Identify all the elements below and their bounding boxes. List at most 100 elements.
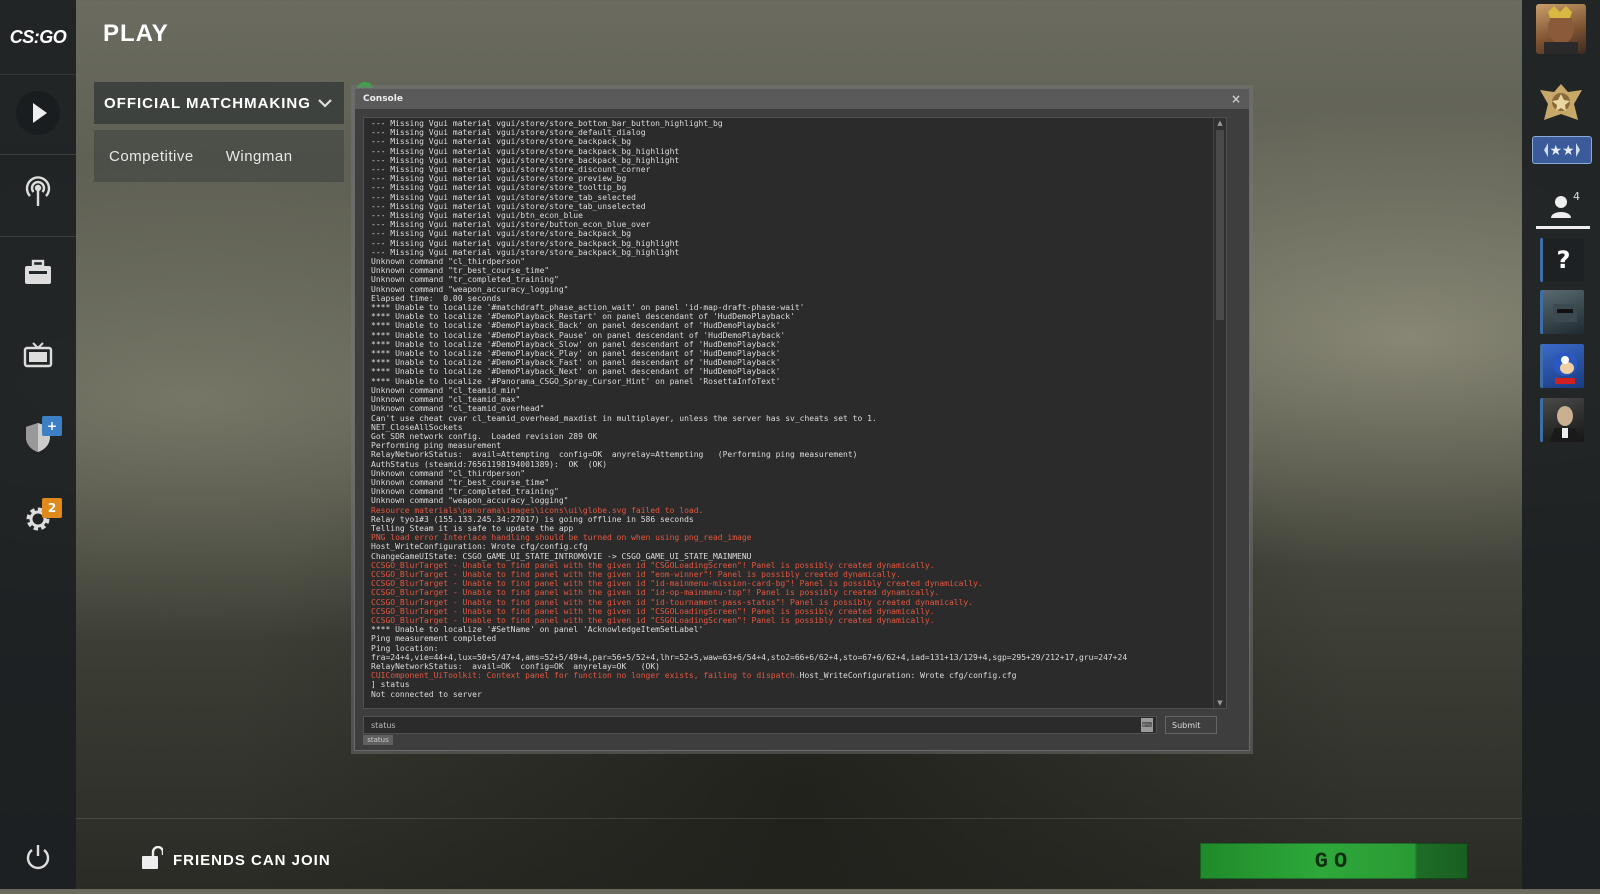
console-log[interactable]: --- Missing Vgui material vgui/store/sto…	[363, 117, 1227, 709]
console-log-line: **** Unable to localize '#DemoPlayback_P…	[371, 349, 781, 359]
friends-can-join-label: FRIENDS CAN JOIN	[173, 851, 331, 869]
console-log-line: --- Missing Vgui material vgui/store/sto…	[371, 247, 680, 257]
console-titlebar[interactable]: Console ×	[355, 89, 1249, 109]
power-button[interactable]	[0, 824, 76, 894]
console-log-lines: --- Missing Vgui material vgui/store/sto…	[364, 118, 1226, 699]
nav-watch-button[interactable]	[0, 158, 76, 228]
console-log-line: AuthStatus (steamid:76561198194001389): …	[371, 459, 608, 469]
console-log-line: **** Unable to localize '#DemoPlayback_P…	[371, 330, 786, 340]
console-log-line: CCSGO_BlurTarget - Unable to find panel …	[371, 569, 901, 579]
console-log-line: Unknown command "cl_teamid_max"	[371, 395, 521, 405]
power-icon	[24, 843, 52, 875]
console-log-line: **** Unable to localize '#DemoPlayback_F…	[371, 358, 781, 368]
friend-avatar[interactable]	[1540, 344, 1584, 388]
console-log-line: Unknown command "cl_teamid_overhead"	[371, 404, 545, 414]
console-log-line: --- Missing Vgui material vgui/store/sto…	[371, 238, 680, 248]
left-nav: CS:GO + 2	[0, 0, 76, 889]
mode-selected-label: OFFICIAL MATCHMAKING	[104, 94, 311, 112]
tv-icon	[23, 341, 53, 373]
friend-avatar[interactable]	[1540, 290, 1584, 334]
console-command-input[interactable]: status	[363, 716, 1157, 734]
console-log-line: --- Missing Vgui material vgui/store/sto…	[371, 128, 646, 138]
console-log-line: PNG load error Interlace handling should…	[371, 533, 752, 543]
console-log-line: CCSGO_BlurTarget - Unable to find panel …	[371, 560, 935, 570]
console-log-line: --- Missing Vgui material vgui/btn_econ_…	[371, 211, 583, 221]
console-log-line: Unknown command "tr_best_course_time"	[371, 477, 550, 487]
console-log-line: Unknown command "weapon_accuracy_logging…	[371, 496, 569, 506]
console-log-line: Got SDR network config. Loaded revision …	[371, 431, 598, 441]
mode-tabs: Competitive Wingman	[94, 130, 344, 182]
nav-play-button[interactable]	[0, 80, 76, 150]
console-log-line: --- Missing Vgui material vgui/store/sto…	[371, 201, 646, 211]
console-scrollbar[interactable]: ▲ ▼	[1213, 118, 1226, 708]
nav-inventory-button[interactable]	[0, 240, 76, 310]
nav-tv-button[interactable]	[0, 322, 76, 392]
console-log-line: **** Unable to localize '#SetName' on pa…	[371, 625, 704, 635]
tab-competitive[interactable]: Competitive	[109, 148, 194, 165]
console-log-line: Ping location:	[371, 643, 439, 653]
console-log-line: --- Missing Vgui material vgui/store/sto…	[371, 155, 680, 165]
console-log-line: Not connected to server	[371, 689, 482, 699]
console-log-line: --- Missing Vgui material vgui/store/sto…	[371, 137, 632, 147]
console-log-line: RelayNetworkStatus: avail=Attempting con…	[371, 450, 858, 460]
chevron-down-icon	[318, 95, 332, 112]
console-log-line: CCSGO_BlurTarget - Unable to find panel …	[371, 588, 940, 598]
help-button[interactable]: ?	[1540, 238, 1584, 282]
console-log-line: fra=24+4,vie=44+4,lux=50+5/47+4,ams=52+5…	[371, 652, 1128, 662]
console-log-line: Ping measurement completed	[371, 634, 497, 644]
console-log-line: --- Missing Vgui material vgui/store/sto…	[371, 192, 636, 202]
console-log-line: **** Unable to localize '#DemoPlayback_N…	[371, 367, 781, 377]
rank-emblem-icon	[1538, 80, 1584, 128]
go-button[interactable]: GO	[1200, 843, 1468, 879]
nav-settings-button[interactable]: 2	[0, 486, 76, 556]
nav-shield-button[interactable]: +	[0, 404, 76, 474]
console-log-line: Performing ping measurement	[371, 441, 502, 451]
csgo-logo: CS:GO	[0, 0, 76, 75]
console-log-line: --- Missing Vgui material vgui/store/but…	[371, 220, 651, 230]
console-log-line: **** Unable to localize '#DemoPlayback_S…	[371, 339, 781, 349]
autocomplete-suggestion[interactable]: status	[363, 735, 393, 745]
keyboard-icon[interactable]: ⌨	[1141, 718, 1153, 732]
console-log-line: ] status	[371, 680, 410, 690]
player-avatar[interactable]	[1536, 4, 1586, 54]
console-log-line: Relay tyo1#3 (155.133.245.34:27017) is g…	[371, 514, 694, 524]
matchmaking-mode-dropdown[interactable]: OFFICIAL MATCHMAKING	[94, 82, 344, 124]
console-log-line: RelayNetworkStatus: avail=OK config=OK a…	[371, 661, 660, 671]
console-log-line: Resource materials\panorama\images\icons…	[371, 505, 704, 515]
friends-tab-underline	[1536, 226, 1590, 229]
friends-count: 4	[1573, 190, 1580, 203]
friends-can-join-toggle[interactable]: FRIENDS CAN JOIN	[141, 845, 331, 874]
console-log-line: CCSGO_BlurTarget - Unable to find panel …	[371, 615, 935, 625]
submit-button[interactable]: Submit	[1165, 716, 1217, 734]
console-log-line: CCSGO_BlurTarget - Unable to find panel …	[371, 579, 983, 589]
close-icon[interactable]: ×	[1231, 92, 1241, 106]
unlock-icon	[141, 845, 165, 874]
person-icon	[1549, 194, 1573, 222]
scroll-up-icon[interactable]: ▲	[1214, 118, 1226, 128]
tab-wingman[interactable]: Wingman	[226, 148, 293, 165]
console-log-line: --- Missing Vgui material vgui/store/sto…	[371, 174, 627, 184]
scroll-down-icon[interactable]: ▼	[1214, 698, 1226, 708]
friend-avatar[interactable]	[1540, 398, 1584, 442]
console-log-line: Unknown command "tr_completed_training"	[371, 487, 559, 497]
skill-group-icon: ★★	[1532, 136, 1592, 164]
console-log-line: Can't use cheat cvar cl_teamid_overhead_…	[371, 413, 877, 423]
friends-button[interactable]: 4	[1536, 188, 1586, 228]
shield-badge: +	[42, 416, 62, 436]
console-log-line: Unknown command "cl_thirdperson"	[371, 468, 526, 478]
console-log-line: NET_CloseAllSockets	[371, 422, 463, 432]
console-log-line: **** Unable to localize '#DemoPlayback_R…	[371, 312, 795, 322]
bottom-divider	[76, 818, 1522, 819]
settings-badge: 2	[42, 498, 62, 518]
console-log-line: --- Missing Vgui material vgui/store/sto…	[371, 119, 723, 128]
console-log-line: **** Unable to localize '#DemoPlayback_B…	[371, 321, 781, 331]
console-log-line: --- Missing Vgui material vgui/store/sto…	[371, 146, 680, 156]
scroll-thumb[interactable]	[1216, 130, 1224, 320]
console-log-line: Unknown command "cl_thirdperson"	[371, 257, 526, 267]
page-title: PLAY	[103, 20, 169, 47]
console-log-line: --- Missing Vgui material vgui/store/sto…	[371, 229, 632, 239]
inventory-icon	[23, 259, 53, 291]
console-log-line: CCSGO_BlurTarget - Unable to find panel …	[371, 606, 935, 616]
console-title: Console	[363, 94, 403, 104]
right-panel: ★★ 4 ?	[1522, 0, 1600, 889]
